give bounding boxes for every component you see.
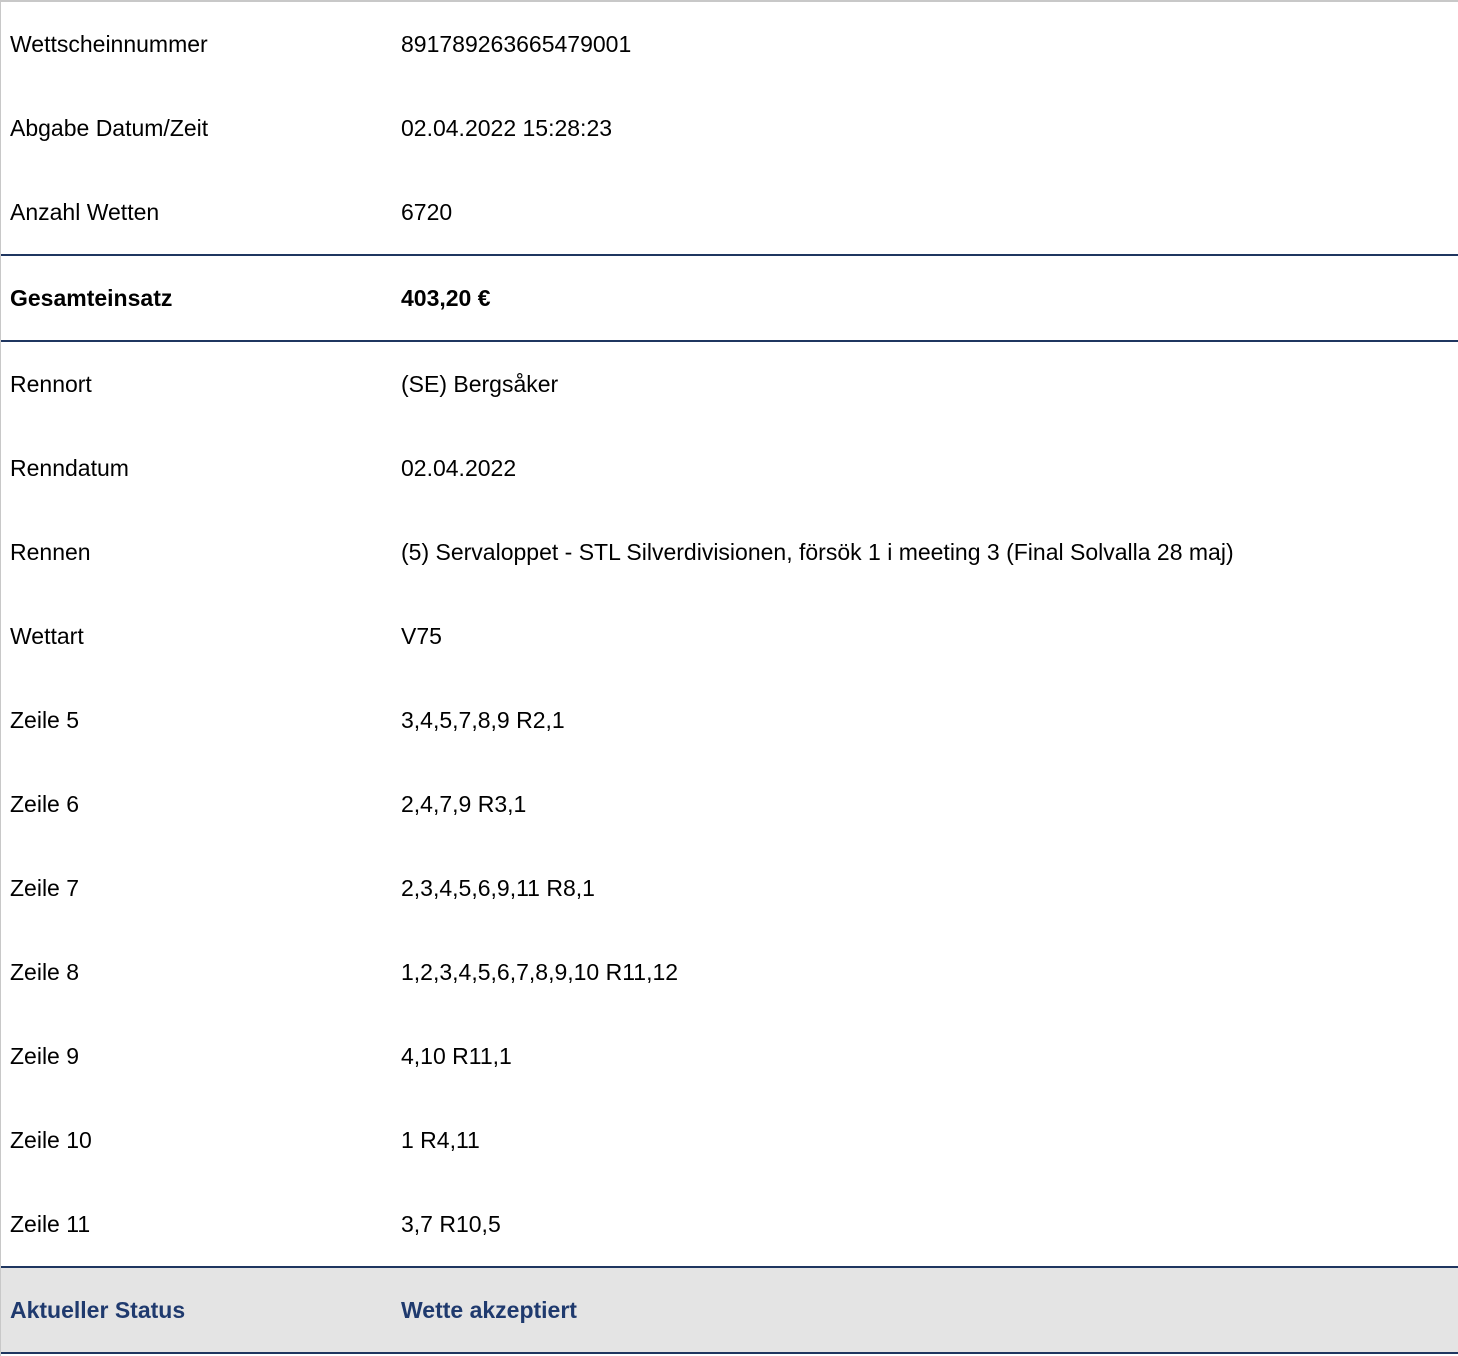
total-label: Gesamteinsatz xyxy=(10,284,173,311)
row-value: (SE) Bergsåker xyxy=(401,370,559,397)
status-row: Aktueller Status Wette akzeptiert xyxy=(1,1268,1458,1352)
row-value: 3,7 R10,5 xyxy=(401,1210,501,1237)
race-row-line-10: Zeile 10 1 R4,11 xyxy=(1,1098,1458,1182)
row-label: Renndatum xyxy=(10,454,129,481)
row-label: Abgabe Datum/Zeit xyxy=(10,114,209,141)
row-value: V75 xyxy=(401,622,442,649)
total-value: 403,20 € xyxy=(401,284,491,311)
race-row-line-5: Zeile 5 3,4,5,7,8,9 R2,1 xyxy=(1,678,1458,762)
race-row-date: Renndatum 02.04.2022 xyxy=(1,426,1458,510)
row-label: Wettscheinnummer xyxy=(10,30,208,57)
row-value: 1,2,3,4,5,6,7,8,9,10 R11,12 xyxy=(401,958,679,985)
row-value: 3,4,5,7,8,9 R2,1 xyxy=(401,706,565,733)
info-row-submission-datetime: Abgabe Datum/Zeit 02.04.2022 15:28:23 xyxy=(1,86,1458,170)
row-value: 891789263665479001 xyxy=(401,30,632,57)
row-label: Zeile 7 xyxy=(10,874,80,901)
race-row-race: Rennen (5) Servaloppet - STL Silverdivis… xyxy=(1,510,1458,594)
row-label: Zeile 10 xyxy=(10,1126,92,1153)
row-label: Zeile 11 xyxy=(10,1210,91,1237)
row-value: 02.04.2022 15:28:23 xyxy=(401,114,613,141)
race-row-bet-type: Wettart V75 xyxy=(1,594,1458,678)
row-label: Zeile 9 xyxy=(10,1042,80,1069)
info-row-ticket-number: Wettscheinnummer 891789263665479001 xyxy=(1,2,1458,86)
info-row-bet-count: Anzahl Wetten 6720 xyxy=(1,170,1458,254)
race-row-line-11: Zeile 11 3,7 R10,5 xyxy=(1,1182,1458,1266)
row-value: 4,10 R11,1 xyxy=(401,1042,512,1069)
divider xyxy=(1,1352,1458,1354)
race-row-line-7: Zeile 7 2,3,4,5,6,9,11 R8,1 xyxy=(1,846,1458,930)
status-label: Aktueller Status xyxy=(10,1296,186,1323)
row-label: Anzahl Wetten xyxy=(10,198,160,225)
row-label: Wettart xyxy=(10,622,84,649)
race-row-line-6: Zeile 6 2,4,7,9 R3,1 xyxy=(1,762,1458,846)
total-stake-row: Gesamteinsatz 403,20 € xyxy=(1,256,1458,340)
row-label: Zeile 6 xyxy=(10,790,80,817)
status-value: Wette akzeptiert xyxy=(401,1296,577,1323)
row-value: 02.04.2022 xyxy=(401,454,517,481)
row-label: Zeile 8 xyxy=(10,958,80,985)
row-label: Zeile 5 xyxy=(10,706,80,733)
row-value: (5) Servaloppet - STL Silverdivisionen, … xyxy=(401,538,1234,565)
race-row-line-9: Zeile 9 4,10 R11,1 xyxy=(1,1014,1458,1098)
row-value: 2,3,4,5,6,9,11 R8,1 xyxy=(401,874,595,901)
row-label: Rennort xyxy=(10,370,92,397)
race-row-line-8: Zeile 8 1,2,3,4,5,6,7,8,9,10 R11,12 xyxy=(1,930,1458,1014)
row-value: 6720 xyxy=(401,198,453,225)
row-label: Rennen xyxy=(10,538,91,565)
bet-ticket-details: Wettscheinnummer 891789263665479001 Abga… xyxy=(0,0,1458,1356)
race-row-venue: Rennort (SE) Bergsåker xyxy=(1,342,1458,426)
row-value: 1 R4,11 xyxy=(401,1126,480,1153)
row-value: 2,4,7,9 R3,1 xyxy=(401,790,527,817)
